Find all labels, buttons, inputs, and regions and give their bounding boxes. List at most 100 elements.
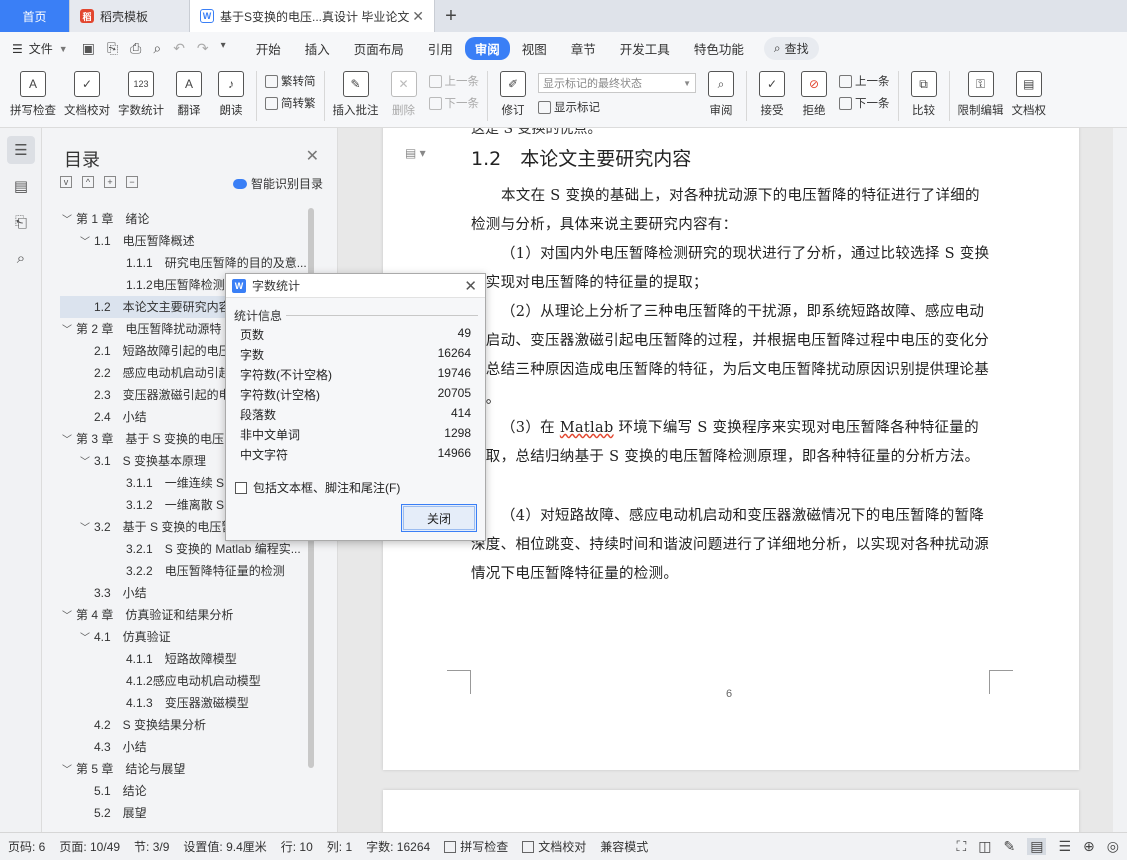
chevron-down-icon[interactable]: ﹀ [62,430,76,450]
toc-item[interactable]: 4.1.2感应电动机启动模型 [60,670,315,692]
include-textbox-checkbox[interactable]: 包括文本框、脚注和尾注(F) [235,479,400,496]
toc-item[interactable]: ﹀ 第 1 章 绪论 [60,208,315,230]
paragraph-menu-icon[interactable]: ▤ ▾ [405,146,426,160]
status-spell-check[interactable]: 拼写检查 [444,838,508,855]
page-view-icon[interactable]: ▤ [1027,838,1047,855]
trad-to-simp-button[interactable]: 繁转简 [265,73,316,89]
simp-to-trad-button[interactable]: 简转繁 [265,95,316,111]
tab-home[interactable]: 首页 [0,0,70,32]
prev-comment-button[interactable]: 上一条 [428,73,479,89]
word-count-button[interactable]: 123 字数统计 [114,65,168,118]
menu-developer[interactable]: 开发工具 [608,35,682,62]
chapter-nav-icon[interactable]: ▤ [7,172,35,200]
customize-icon[interactable]: ▾ [221,40,226,57]
track-changes-button[interactable]: ✐ 修订 [492,65,534,118]
print-preview-icon[interactable]: ⌕ [153,40,161,57]
menu-features[interactable]: 特色功能 [682,35,756,62]
chevron-down-icon[interactable]: ﹀ [80,232,94,252]
toc-item[interactable]: 5.1 结论 [60,780,315,802]
undo-icon[interactable]: ↶ [173,40,185,57]
review-pane-button[interactable]: ⌕ 审阅 [700,65,742,118]
status-doc-proof[interactable]: 文档校对 [522,838,586,855]
output-icon[interactable]: ⎘ [107,40,118,57]
chevron-down-icon[interactable]: ﹀ [80,628,94,648]
menu-start[interactable]: 开始 [244,35,293,62]
read-aloud-button[interactable]: ♪ 朗读 [210,65,252,118]
reject-button[interactable]: ⊘ 拒绝 [793,65,835,118]
toc-item-label: 1.1.1 研究电压暂降的目的及意... [126,256,307,270]
file-menu[interactable]: ☰ 文件 ▼ [12,40,68,57]
chevron-down-icon[interactable]: ﹀ [62,320,76,340]
status-section[interactable]: 节: 3/9 [134,838,169,855]
menu-layout[interactable]: 页面布局 [342,35,416,62]
toc-item[interactable]: 3.2.1 S 变换的 Matlab 编程实... [60,538,315,560]
tab-close-icon[interactable]: ✕ [412,8,424,25]
tab-template[interactable]: 稻 稻壳模板 [70,0,190,32]
search-command[interactable]: ⌕ 查找 [763,37,819,60]
toc-item[interactable]: ﹀ 第 5 章 结论与展望 [60,758,315,780]
prev-change-button[interactable]: 上一条 [839,73,890,89]
toc-item[interactable]: ﹀ 1.1 电压暂降概述 [60,230,315,252]
toc-close-icon[interactable]: ✕ [306,146,319,166]
toc-item[interactable]: 4.1.3 变压器激磁模型 [60,692,315,714]
remove-heading-icon[interactable]: − [126,176,138,188]
next-comment-button[interactable]: 下一条 [428,95,479,111]
markup-display-select[interactable]: 显示标记的最终状态 ▼ [538,73,696,93]
spell-check-button[interactable]: A 拼写检查 [6,65,60,118]
toc-item[interactable]: ﹀ 第 4 章 仿真验证和结果分析 [60,604,315,626]
toc-item[interactable]: 3.3 小结 [60,582,315,604]
delete-comment-button[interactable]: ✕ 删除 [383,65,425,118]
toc-item[interactable]: 4.3 小结 [60,736,315,758]
new-tab-button[interactable]: + [435,0,467,32]
menu-review[interactable]: 审阅 [464,37,510,60]
add-heading-icon[interactable]: + [104,176,116,188]
print-icon[interactable]: ⎙ [130,40,141,57]
close-button[interactable]: 关闭 [401,504,477,532]
menu-chapter[interactable]: 章节 [559,35,608,62]
edit-mode-icon[interactable]: ✎ [1004,838,1016,855]
web-view-icon[interactable]: ⊕ [1083,838,1095,855]
insert-comment-button[interactable]: ✎ 插入批注 [329,65,383,118]
chevron-down-icon[interactable]: ﹀ [80,452,94,472]
translate-button[interactable]: A 翻译 [168,65,210,118]
chevron-down-icon[interactable]: ﹀ [62,760,76,780]
expand-all-icon[interactable]: v [60,176,72,188]
doc-permission-button[interactable]: ▤ 文档权 [1008,65,1051,118]
compare-button[interactable]: ⧉ 比较 [903,65,945,118]
tab-document[interactable]: W 基于S变换的电压...真设计 毕业论文 ✕ [190,0,435,32]
toc-nav-icon[interactable]: ☰ [7,136,35,164]
status-words[interactable]: 字数: 16264 [366,838,430,855]
save-icon[interactable]: ▣ [82,40,95,57]
menu-insert[interactable]: 插入 [293,35,342,62]
menu-reference[interactable]: 引用 [416,35,465,62]
toc-item[interactable]: 1.1.1 研究电压暂降的目的及意... [60,252,315,274]
accept-button[interactable]: ✓ 接受 [751,65,793,118]
show-markup-button[interactable]: 显示标记 [538,99,696,115]
spelling-error-word[interactable]: Matlab [560,420,614,436]
doc-proof-button[interactable]: ✓ 文档校对 [60,65,114,118]
status-pages[interactable]: 页面: 10/49 [59,838,120,855]
search-icon[interactable]: ⌕ [7,244,35,272]
redo-icon[interactable]: ↷ [197,40,209,57]
smart-toc-button[interactable]: 智能识别目录 [232,175,323,192]
chevron-down-icon[interactable]: ﹀ [80,518,94,538]
toc-item[interactable]: 5.2 展望 [60,802,315,818]
collapse-all-icon[interactable]: ^ [82,176,94,188]
menu-view[interactable]: 视图 [510,35,559,62]
toc-item[interactable]: ﹀ 4.1 仿真验证 [60,626,315,648]
status-page[interactable]: 页码: 6 [8,838,45,855]
fullscreen-icon[interactable]: ⛶ [956,838,966,855]
outline-view-icon[interactable]: ☰ [1058,838,1071,855]
restrict-edit-button[interactable]: ⚿ 限制编辑 [954,65,1008,118]
status-setting[interactable]: 设置值: 9.4厘米 [183,838,266,855]
toc-item[interactable]: 4.2 S 变换结果分析 [60,714,315,736]
reading-mode-icon[interactable]: ◫ [978,838,991,855]
dialog-close-icon[interactable]: ✕ [464,277,477,295]
chevron-down-icon[interactable]: ﹀ [62,606,76,626]
next-change-button[interactable]: 下一条 [839,95,890,111]
bookmark-icon[interactable]: ⎗ [7,208,35,236]
toc-item[interactable]: 3.2.2 电压暂降特征量的检测 [60,560,315,582]
eye-protect-icon[interactable]: ◎ [1107,838,1119,855]
chevron-down-icon[interactable]: ﹀ [62,210,76,230]
toc-item[interactable]: 4.1.1 短路故障模型 [60,648,315,670]
